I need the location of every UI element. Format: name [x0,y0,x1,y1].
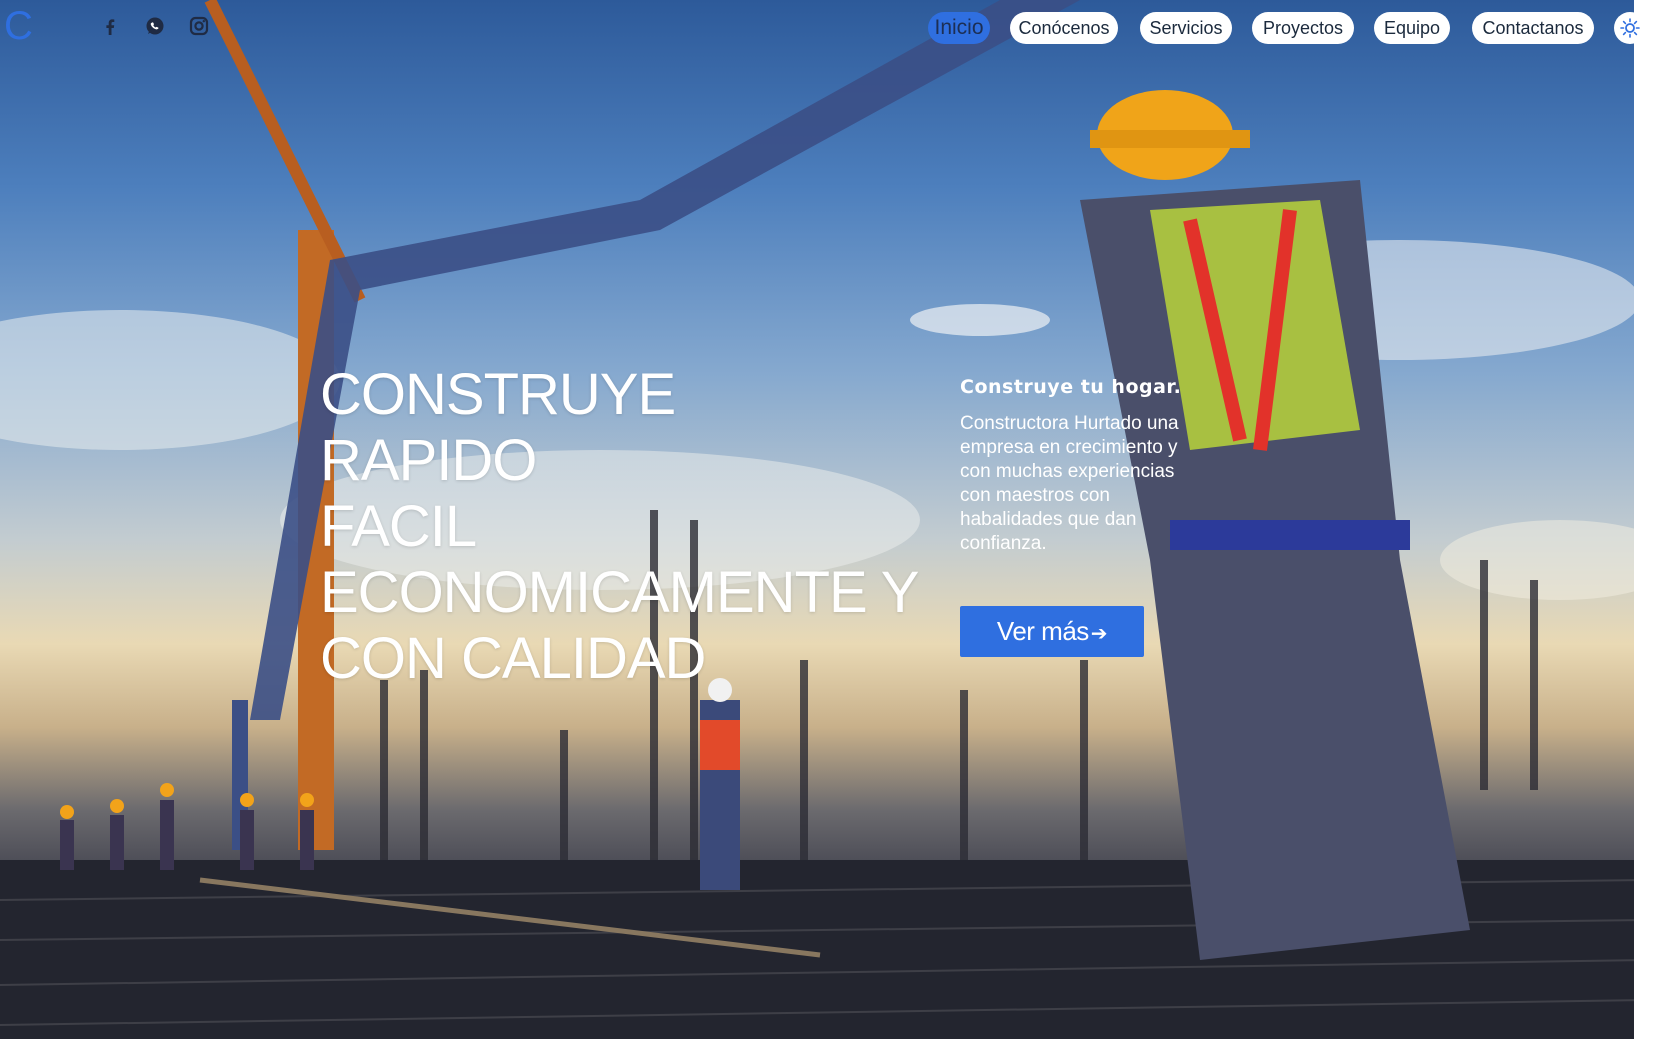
headline-line: FACIL [320,494,477,559]
nav-item-proyectos[interactable]: Proyectos [1252,12,1354,44]
nav-item-servicios[interactable]: Servicios [1140,12,1232,44]
whatsapp-icon[interactable] [143,14,167,38]
headline-line: RAPIDO [320,428,537,493]
nav-item-equipo[interactable]: Equipo [1374,12,1450,44]
hero-headline: CONSTRUYE RAPIDO FACIL ECONOMICAMENTE Y … [320,362,920,692]
page-edge [1634,0,1646,1039]
hero-kicker: Construye tu hogar. [960,376,1182,398]
nav-item-contactanos[interactable]: Contactanos [1472,12,1594,44]
headline-line: CON CALIDAD [320,626,706,691]
headline-line: CONSTRUYE [320,362,676,427]
instagram-icon[interactable] [187,14,211,38]
nav-item-inicio[interactable]: Inicio [928,12,990,44]
nav-item-conocenos[interactable]: Conócenos [1010,12,1118,44]
arrow-right-icon: ➔ [1090,623,1108,645]
facebook-icon[interactable] [98,14,122,38]
hero-section: C Inicio Conócenos Servicios Proyectos E… [0,0,1646,1039]
hero-description: Constructora Hurtado una empresa en crec… [960,413,1179,554]
ver-mas-button[interactable]: Ver más ➔ [960,606,1144,657]
sun-icon [1620,18,1640,38]
cta-label: Ver más [996,616,1089,646]
theme-toggle-button[interactable] [1614,12,1646,44]
headline-line: ECONOMICAMENTE Y [320,560,919,625]
brand-logo[interactable]: C [4,6,33,46]
